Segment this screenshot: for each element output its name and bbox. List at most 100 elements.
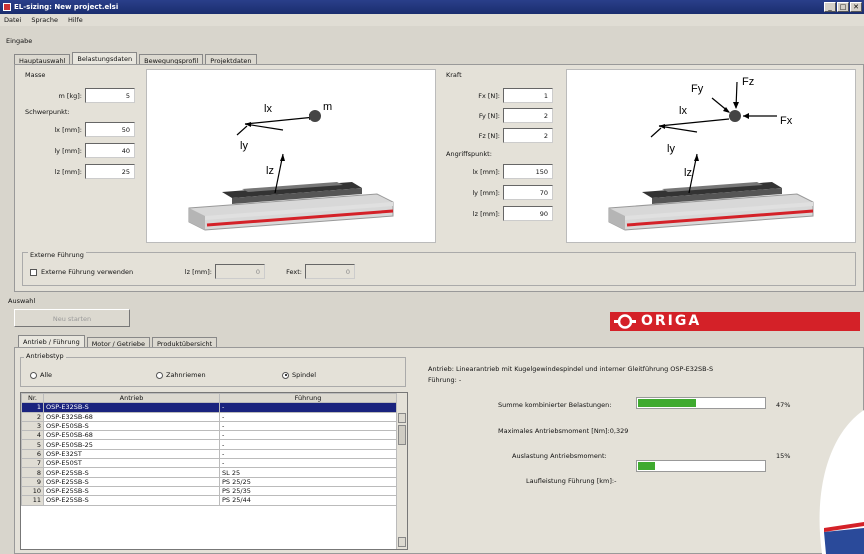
table-row[interactable]: 8 OSP-E25SB-S SL 25 [21, 467, 397, 478]
origa-logo: ORIGA [610, 312, 860, 331]
angriff-lx-input[interactable]: 150 [503, 164, 553, 179]
row-antrieb: OSP-E32ST [43, 448, 220, 460]
auslastung-bar [636, 460, 766, 472]
radio-alle[interactable] [30, 371, 37, 379]
neu-starten-button[interactable]: Neu starten [14, 309, 130, 327]
scroll-thumb[interactable] [398, 425, 406, 445]
externe-fuehrung-checkbox[interactable] [30, 268, 37, 276]
radio-zahnriemen-label: Zahnriemen [166, 371, 206, 379]
ext-f-label: Fext: [286, 267, 302, 276]
table-row[interactable]: 9 OSP-E25SB-S PS 25/25 [21, 476, 397, 487]
ext-l-label: lz [mm]: [184, 267, 212, 276]
externe-fuehrung-label: Externe Führung [28, 251, 86, 259]
row-nr: 9 [21, 476, 44, 487]
antrieb-table-wrapper: Nr. Antrieb Führung 1 OSP-E32SB-S -2 OSP-E3… [20, 392, 408, 550]
eingabe-label: Eingabe [6, 37, 33, 45]
row-fuehrung: - [219, 411, 397, 422]
m-input[interactable]: 5 [85, 88, 135, 103]
angriff-ly-input[interactable]: 70 [503, 185, 553, 200]
fz-row: Fz [N]: 2 [460, 128, 553, 143]
table-body: 1 OSP-E32SB-S -2 OSP-E32SB-68-3 OSP-E50SB-S -… [21, 402, 397, 506]
row-antrieb: OSP-E32SB-68 [43, 411, 220, 422]
maximize-button[interactable]: □ [837, 2, 849, 12]
angriff-lx-label: lx [mm]: [472, 167, 500, 176]
origa-mark-icon [614, 314, 636, 329]
force-diagram: Fy Fz Fx lx ly lz [566, 69, 856, 243]
row-antrieb: OSP-E25SB-S [43, 476, 220, 487]
mass-diagram: lx m ly lz [146, 69, 436, 243]
masse-lx-input[interactable]: 50 [85, 122, 135, 137]
summe-bar-fill [638, 399, 697, 407]
radio-spindel[interactable] [282, 371, 289, 379]
label-lz: lz [266, 165, 274, 177]
fx-label: Fx [N]: [478, 91, 500, 100]
table-row[interactable]: 11 OSP-E25SB-S PS 25/44 [21, 495, 397, 506]
row-nr: 6 [21, 448, 44, 460]
antrieb-description: Antrieb: Linearantrieb mit Kugelgewindes… [428, 365, 714, 373]
row-nr: 5 [21, 439, 44, 450]
summe-label: Summe kombinierter Belastungen: [498, 401, 612, 409]
masse-lx-row: lx [mm]: 50 [42, 122, 135, 137]
scroll-up-button[interactable] [398, 413, 406, 423]
row-nr: 7 [21, 458, 44, 469]
decorative-corner-graphic [819, 410, 864, 554]
table-header-row: Nr. Antrieb Führung [21, 393, 397, 404]
header-nr[interactable]: Nr. [21, 393, 44, 404]
fx-input[interactable]: 1 [503, 88, 553, 103]
origa-logo-text: ORIGA [641, 313, 702, 329]
table-row[interactable]: 7 OSP-E50ST - [21, 458, 397, 469]
masse-lz-input[interactable]: 25 [85, 164, 135, 179]
table-scrollbar[interactable] [396, 393, 407, 549]
row-fuehrung: SL 25 [219, 467, 397, 478]
label-fy: Fy [691, 83, 704, 95]
scroll-down-button[interactable] [398, 537, 406, 547]
minimize-button[interactable]: _ [824, 2, 836, 12]
close-button[interactable]: ✕ [850, 2, 862, 12]
label-ly: ly [240, 140, 248, 152]
table-row[interactable]: 2 OSP-E32SB-68- [21, 411, 397, 422]
radio-spindel-label: Spindel [292, 371, 317, 379]
radio-zahnriemen[interactable] [156, 371, 163, 379]
ext-l-input[interactable]: 0 [215, 264, 265, 279]
angriff-lx-row: lx [mm]: 150 [460, 164, 553, 179]
header-fuehrung[interactable]: Führung [219, 393, 397, 404]
table-row[interactable]: 1 OSP-E32SB-S - [21, 402, 397, 413]
antriebstyp-label: Antriebstyp [24, 352, 66, 360]
externe-fuehrung-checkbox-label: Externe Führung verwenden [41, 268, 134, 276]
menu-datei[interactable]: Datei [4, 16, 21, 26]
ext-f-input[interactable]: 0 [305, 264, 355, 279]
externe-fuehrung-checkbox-row: Externe Führung verwenden [30, 268, 133, 276]
auslastung-value: 15% [776, 452, 791, 460]
window-controls: _ □ ✕ [824, 2, 862, 12]
row-antrieb: OSP-E50ST [43, 458, 220, 469]
fz-input[interactable]: 2 [503, 128, 553, 143]
row-antrieb: OSP-E25SB-S [43, 467, 220, 478]
table-row[interactable]: 3 OSP-E50SB-S - [21, 420, 397, 432]
table-row[interactable]: 6 OSP-E32ST - [21, 448, 397, 460]
table-row[interactable]: 4 OSP-E50SB-68- [21, 430, 397, 441]
header-antrieb[interactable]: Antrieb [43, 393, 220, 404]
row-fuehrung: - [219, 448, 397, 460]
fy-input[interactable]: 2 [503, 108, 553, 123]
ext-l-row: lz [mm]: 0 [172, 264, 265, 279]
masse-ly-input[interactable]: 40 [85, 143, 135, 158]
angriff-lz-input[interactable]: 90 [503, 206, 553, 221]
label-fx: Fx [780, 115, 793, 127]
masse-ly-row: ly [mm]: 40 [42, 143, 135, 158]
row-fuehrung: - [219, 439, 397, 450]
menu-sprache[interactable]: Sprache [31, 16, 58, 26]
row-nr: 11 [21, 495, 44, 506]
app-icon [3, 3, 11, 11]
schwerpunkt-label: Schwerpunkt: [25, 108, 70, 116]
m-label: m [kg]: [58, 91, 82, 100]
table-row[interactable]: 5 OSP-E50SB-25- [21, 439, 397, 450]
masse-label: Masse [25, 71, 46, 79]
table-row[interactable]: 10 OSP-E25SB-S PS 25/35 [21, 485, 397, 497]
kraft-label: Kraft [446, 71, 462, 79]
radio-alle-label: Alle [40, 371, 53, 379]
fx-row: Fx [N]: 1 [460, 88, 553, 103]
masse-lx-label: lx [mm]: [54, 125, 82, 134]
menu-hilfe[interactable]: Hilfe [68, 16, 83, 26]
row-antrieb: OSP-E32SB-S [43, 402, 220, 413]
angriff-lz-label: lz [mm]: [472, 209, 500, 218]
